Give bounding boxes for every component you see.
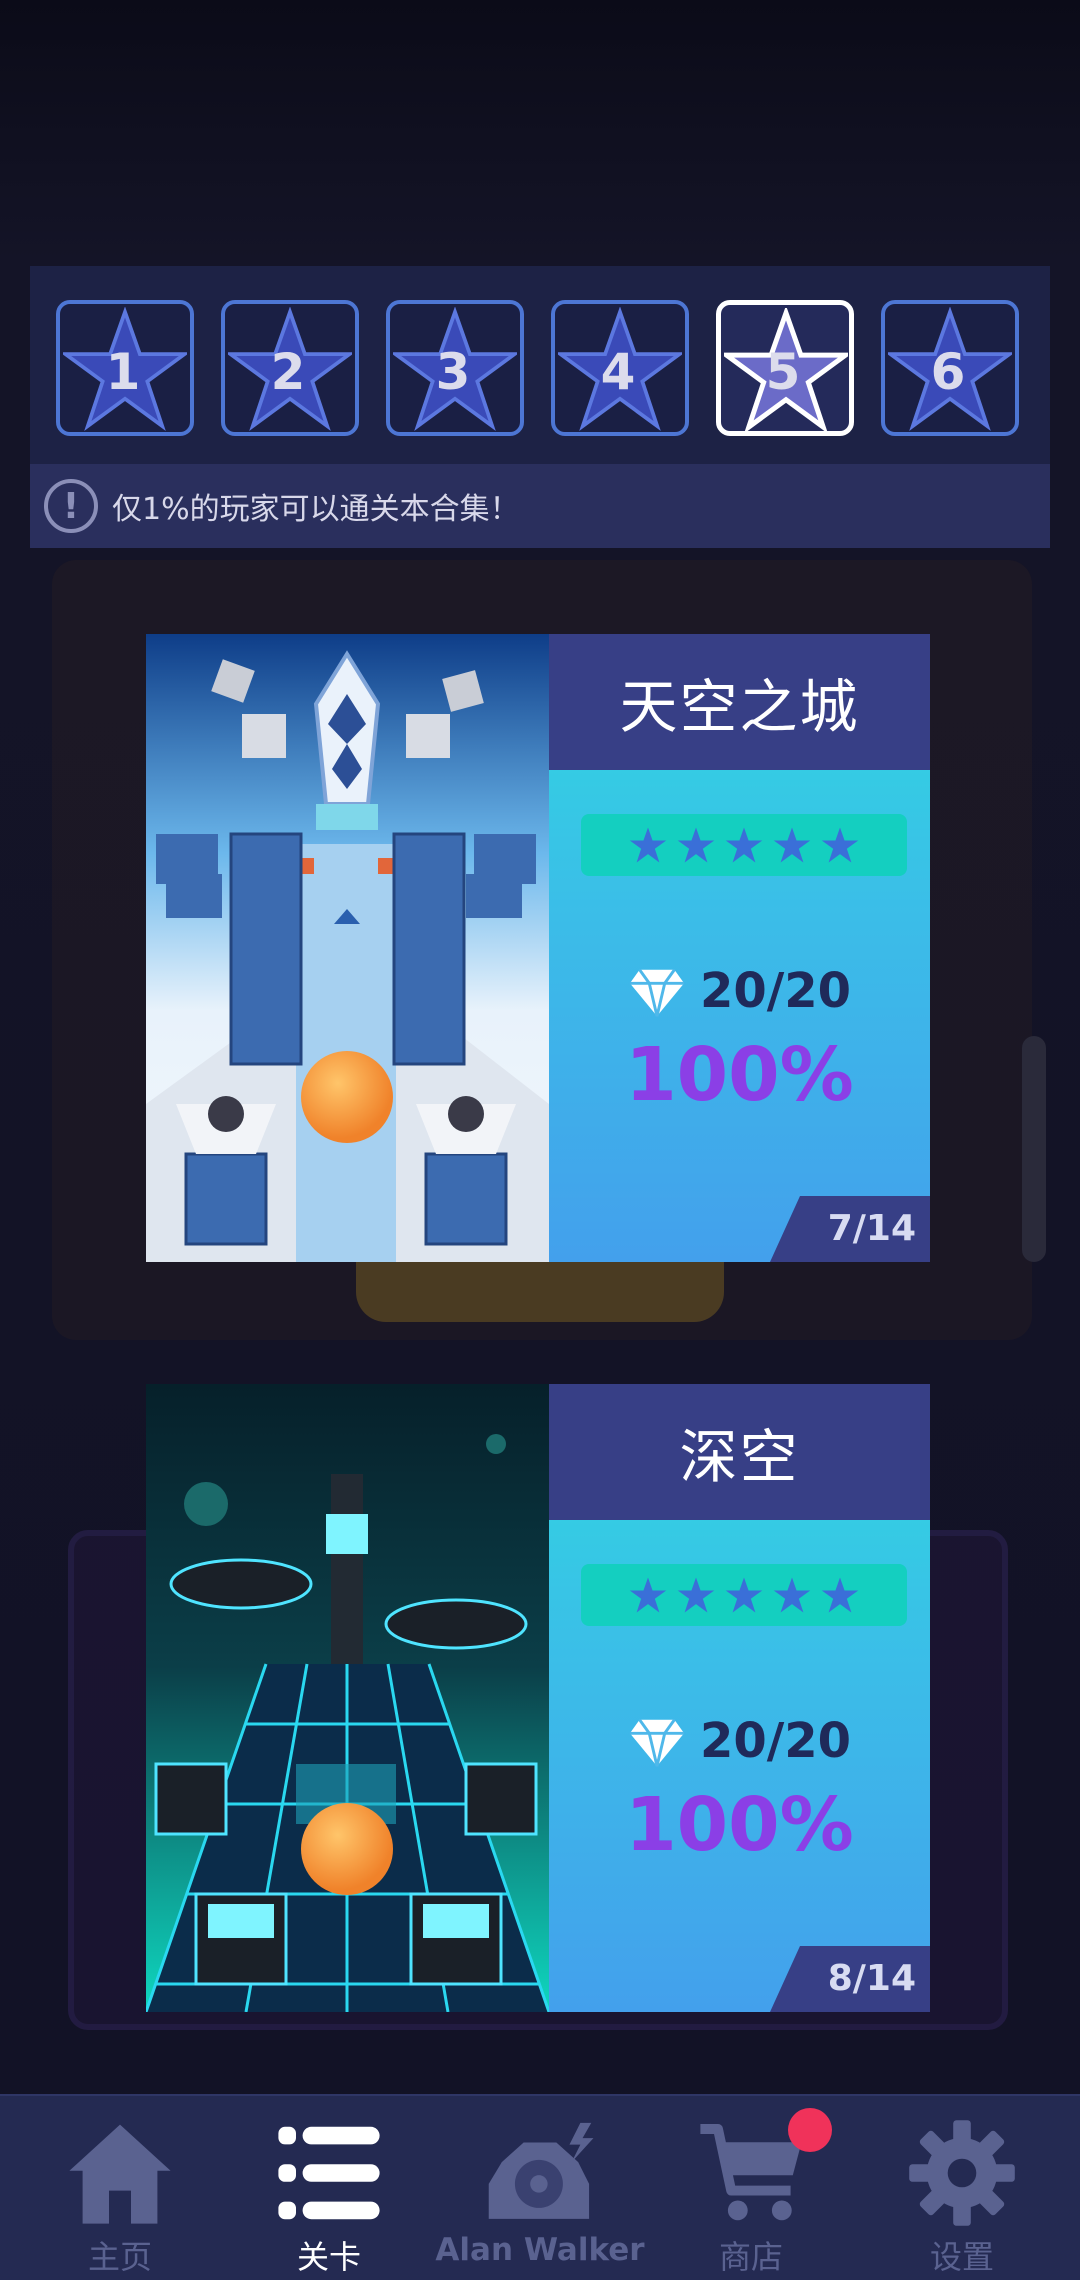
star-icon xyxy=(773,827,811,863)
completion-percent: 100% xyxy=(625,1782,854,1868)
gem-count: 20/20 xyxy=(699,963,852,1019)
gem-counter: 20/20 xyxy=(549,1712,930,1770)
notice-bar: ! 仅1%的玩家可以通关本合集！ xyxy=(30,464,1050,548)
star-icon xyxy=(725,827,763,863)
level-index: 8/14 xyxy=(827,1958,916,1999)
nav-item-levels[interactable]: 关卡 xyxy=(221,2096,437,2280)
world-tabs: 1 2 3 4 5 6 xyxy=(56,300,1019,436)
record-player-icon xyxy=(488,2122,594,2219)
level-title: 天空之城 xyxy=(619,673,860,741)
star-icon xyxy=(821,1577,859,1613)
exclamation-icon: ! xyxy=(44,479,98,533)
world-tab-3[interactable]: 3 xyxy=(386,300,524,436)
nav-label: 主页 xyxy=(87,2238,152,2276)
gem-count: 20/20 xyxy=(699,1713,852,1769)
screen: 1 2 3 4 5 6 ! 仅1%的玩家可以通关本合集！ 天空之城 20/20 … xyxy=(0,0,1080,2280)
level-thumbnail xyxy=(146,634,549,1262)
level-title: 深空 xyxy=(679,1423,800,1491)
diamond-icon xyxy=(629,1718,685,1767)
level-index: 7/14 xyxy=(827,1208,916,1249)
level-index-tab: 7/14 xyxy=(770,1196,930,1262)
bottom-nav: 主页 关卡 Alan Walker 商店 设置 xyxy=(0,2094,1080,2280)
home-icon xyxy=(69,2124,171,2224)
world-number: 6 xyxy=(930,343,966,401)
nav-label: 商店 xyxy=(718,2238,783,2276)
level-info-panel: 深空 20/20 100% 8/14 xyxy=(549,1384,930,2012)
level-title-bar: 天空之城 xyxy=(549,634,930,770)
nav-label: Alan Walker xyxy=(435,2232,645,2268)
world-tab-4[interactable]: 4 xyxy=(551,300,689,436)
nav-item-home[interactable]: 主页 xyxy=(12,2096,228,2280)
world-tab-5[interactable]: 5 xyxy=(716,300,854,436)
world-tab-6[interactable]: 6 xyxy=(881,300,1019,436)
level-card-deep-space[interactable]: 深空 20/20 100% 8/14 xyxy=(146,1384,930,2012)
diamond-icon xyxy=(629,968,685,1017)
notice-text: 仅1%的玩家可以通关本合集！ xyxy=(112,492,520,527)
sky-city-illustration xyxy=(146,634,549,1262)
world-tab-2[interactable]: 2 xyxy=(221,300,359,436)
world-selector-panel: 1 2 3 4 5 6 ! 仅1%的玩家可以通关本合集！ xyxy=(30,266,1050,548)
nav-label: 设置 xyxy=(929,2238,994,2276)
star-icon xyxy=(821,827,859,863)
nav-label: 关卡 xyxy=(296,2238,361,2276)
deep-space-illustration xyxy=(146,1384,549,2012)
level-title-bar: 深空 xyxy=(549,1384,930,1520)
gem-counter: 20/20 xyxy=(549,962,930,1020)
star-icon xyxy=(725,1577,763,1613)
nav-item-settings[interactable]: 设置 xyxy=(854,2096,1070,2280)
completion-percent: 100% xyxy=(625,1032,854,1118)
level-thumbnail xyxy=(146,1384,549,2012)
level-index-tab: 8/14 xyxy=(770,1946,930,2012)
level-info-panel: 天空之城 20/20 100% 7/14 xyxy=(549,634,930,1262)
level-card-sky-city[interactable]: 天空之城 20/20 100% 7/14 xyxy=(146,634,930,1262)
star-icon xyxy=(677,827,715,863)
scrollbar[interactable] xyxy=(1022,1036,1046,1262)
world-number: 1 xyxy=(105,343,141,401)
star-rating xyxy=(581,1564,907,1626)
world-number: 5 xyxy=(765,343,801,401)
world-number: 3 xyxy=(435,343,471,401)
world-tab-1[interactable]: 1 xyxy=(56,300,194,436)
star-icon xyxy=(773,1577,811,1613)
gear-icon xyxy=(909,2120,1015,2226)
notification-badge xyxy=(788,2108,832,2152)
star-icon xyxy=(677,1577,715,1613)
world-number: 4 xyxy=(600,343,636,401)
world-number: 2 xyxy=(270,343,306,401)
star-rating xyxy=(581,814,907,876)
star-icon xyxy=(629,827,667,863)
list-icon xyxy=(278,2126,380,2220)
nav-item-alan-walker[interactable]: Alan Walker xyxy=(432,2096,648,2280)
star-icon xyxy=(629,1577,667,1613)
